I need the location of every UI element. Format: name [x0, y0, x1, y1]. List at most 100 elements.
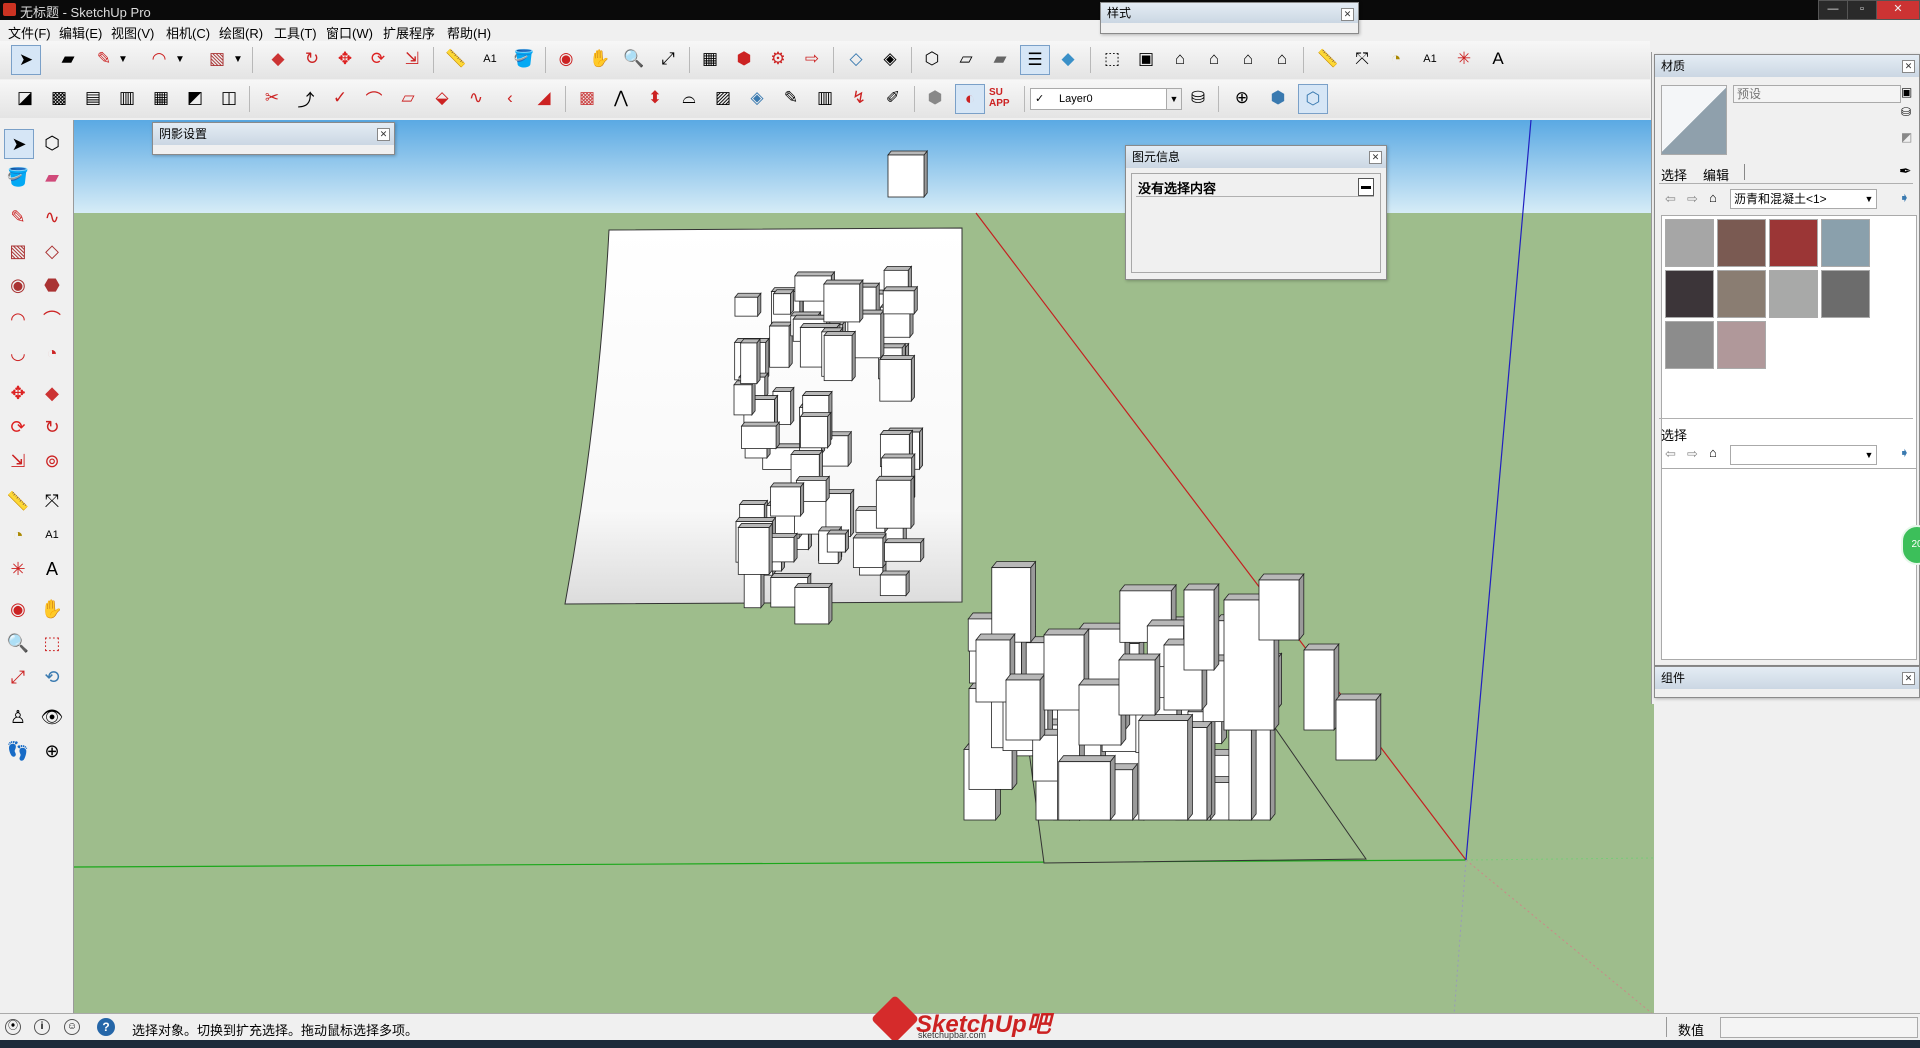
- position-camera-icon[interactable]: ♙: [4, 703, 32, 731]
- back-arrow-icon[interactable]: ⇦: [1665, 191, 1676, 207]
- material-name-field[interactable]: [1733, 85, 1901, 103]
- default-material-icon[interactable]: ◩: [1901, 130, 1912, 144]
- library-select[interactable]: 沥青和混凝土<1> ▼: [1730, 189, 1877, 209]
- paint-bucket-icon[interactable]: 🪣: [510, 45, 538, 73]
- protractor-icon[interactable]: ◔: [1382, 45, 1410, 73]
- position-camera-icon[interactable]: ⊕: [1228, 84, 1256, 112]
- tool-icon[interactable]: ▥: [811, 84, 839, 112]
- building-block[interactable]: [990, 560, 1037, 644]
- rotated-rectangle-icon[interactable]: ◇: [38, 237, 66, 265]
- back-arrow-icon[interactable]: ⇦: [1665, 446, 1676, 462]
- details-arrow-icon[interactable]: ➧: [1899, 445, 1910, 461]
- tape-measure-icon[interactable]: 📏: [1314, 45, 1342, 73]
- tool-icon[interactable]: ↯: [845, 84, 873, 112]
- material-swatch[interactable]: [1717, 219, 1766, 267]
- tape-measure-icon[interactable]: 📏: [4, 487, 32, 515]
- user-icon[interactable]: ☺: [64, 1019, 80, 1035]
- building-block[interactable]: [740, 421, 781, 450]
- tool-icon[interactable]: ⤴: [292, 84, 320, 112]
- send-to-layout-icon[interactable]: ⇨: [798, 45, 826, 73]
- building-block[interactable]: [769, 481, 805, 518]
- axes-icon[interactable]: ✳: [4, 555, 32, 583]
- smoove-icon[interactable]: ▤: [79, 84, 107, 112]
- building-block[interactable]: [1057, 754, 1116, 822]
- drape-icon[interactable]: ▦: [147, 84, 175, 112]
- pencil-icon[interactable]: ✎: [90, 45, 118, 73]
- close-button[interactable]: ✕: [1876, 0, 1920, 20]
- sandbox-contours-icon[interactable]: ◪: [11, 84, 39, 112]
- minimize-button[interactable]: —: [1818, 0, 1848, 20]
- menu-file[interactable]: 文件(F): [8, 23, 51, 42]
- sandbox-scratch-icon[interactable]: ▩: [45, 84, 73, 112]
- pie-icon[interactable]: ◔: [38, 339, 66, 367]
- axes-icon[interactable]: ✳: [1450, 45, 1478, 73]
- polygon-icon[interactable]: ⬣: [38, 271, 66, 299]
- move-icon[interactable]: ✥: [4, 379, 32, 407]
- monochrome-icon[interactable]: ◆: [1054, 45, 1082, 73]
- dimension-icon[interactable]: ⤧: [1348, 45, 1376, 73]
- material-swatch[interactable]: [1769, 270, 1818, 318]
- building-block[interactable]: [799, 411, 832, 449]
- material-swatch[interactable]: [1717, 270, 1766, 318]
- chevron-down-icon[interactable]: ▼: [231, 45, 245, 73]
- 3d-text-icon[interactable]: A: [1484, 45, 1512, 73]
- maximize-button[interactable]: ▫: [1847, 0, 1877, 20]
- building-block[interactable]: [1258, 572, 1305, 642]
- tool-icon[interactable]: ✂: [258, 84, 286, 112]
- building-block[interactable]: [852, 532, 887, 569]
- building-block[interactable]: [875, 475, 915, 530]
- eraser-icon[interactable]: ▰: [38, 163, 66, 191]
- menu-window[interactable]: 窗口(W): [326, 23, 373, 42]
- hidden-line-icon[interactable]: ▱: [952, 45, 980, 73]
- menu-extensions[interactable]: 扩展程序: [383, 23, 435, 42]
- make-component-icon[interactable]: ⬡: [38, 129, 66, 157]
- material-swatch[interactable]: [1717, 321, 1766, 369]
- top-view-icon[interactable]: ▣: [1132, 45, 1160, 73]
- right-view-icon[interactable]: ⌂: [1200, 45, 1228, 73]
- tool-icon[interactable]: ⬍: [641, 84, 669, 112]
- layer-select[interactable]: ✓ Layer0 ▼: [1030, 88, 1182, 110]
- iso-view-icon[interactable]: ⬚: [1098, 45, 1126, 73]
- building-block[interactable]: [826, 528, 850, 554]
- building-block[interactable]: [883, 537, 925, 563]
- side-badge[interactable]: 20: [1901, 525, 1920, 565]
- menu-camera[interactable]: 相机(C): [166, 23, 210, 42]
- text-tool-icon[interactable]: A1: [476, 45, 504, 73]
- rotate-icon[interactable]: ⟳: [4, 413, 32, 441]
- building-block[interactable]: [739, 337, 761, 385]
- forward-arrow-icon[interactable]: ⇨: [1687, 191, 1698, 207]
- building-block[interactable]: [1335, 692, 1382, 762]
- su-app-icon[interactable]: SU APP: [989, 84, 1017, 112]
- display-section-icon[interactable]: ⬡: [1298, 84, 1328, 114]
- tool-icon[interactable]: ▱: [394, 84, 422, 112]
- rectangle-icon[interactable]: ▧: [4, 237, 32, 265]
- building-block[interactable]: [1303, 642, 1340, 732]
- walk-icon[interactable]: 👣: [4, 737, 32, 765]
- building-block[interactable]: [823, 278, 864, 324]
- building-block[interactable]: [768, 320, 794, 369]
- building-block[interactable]: [887, 149, 929, 199]
- orbit-icon[interactable]: ◉: [4, 595, 32, 623]
- credits-icon[interactable]: i: [34, 1019, 50, 1035]
- section-plane-icon[interactable]: ⬢: [1264, 84, 1292, 112]
- menu-tools[interactable]: 工具(T): [274, 23, 317, 42]
- move-icon[interactable]: ✥: [331, 45, 359, 73]
- tool-icon[interactable]: ‹: [496, 84, 524, 112]
- rectangle-icon[interactable]: ▧: [203, 45, 231, 73]
- text-tool-icon[interactable]: A1: [1416, 45, 1444, 73]
- tool-icon[interactable]: ∿: [462, 84, 490, 112]
- zoom-window-icon[interactable]: ⬚: [38, 629, 66, 657]
- orbit-icon[interactable]: ◉: [552, 45, 580, 73]
- expand-icon[interactable]: ▬: [1358, 178, 1374, 196]
- tool-icon[interactable]: ◐: [955, 84, 985, 114]
- shaded-textures-icon[interactable]: ☰: [1020, 45, 1050, 75]
- tool-icon[interactable]: ◢: [530, 84, 558, 112]
- geo-location-icon[interactable]: ⦿: [5, 1019, 21, 1035]
- circle-icon[interactable]: ◉: [4, 271, 32, 299]
- follow-me-icon[interactable]: ↻: [298, 45, 326, 73]
- create-material-icon[interactable]: ⛁: [1901, 105, 1911, 119]
- close-icon[interactable]: ✕: [1902, 60, 1915, 73]
- material-swatch[interactable]: [1769, 219, 1818, 267]
- flip-edge-icon[interactable]: ◫: [215, 84, 243, 112]
- back-edges-icon[interactable]: ◈: [876, 45, 904, 73]
